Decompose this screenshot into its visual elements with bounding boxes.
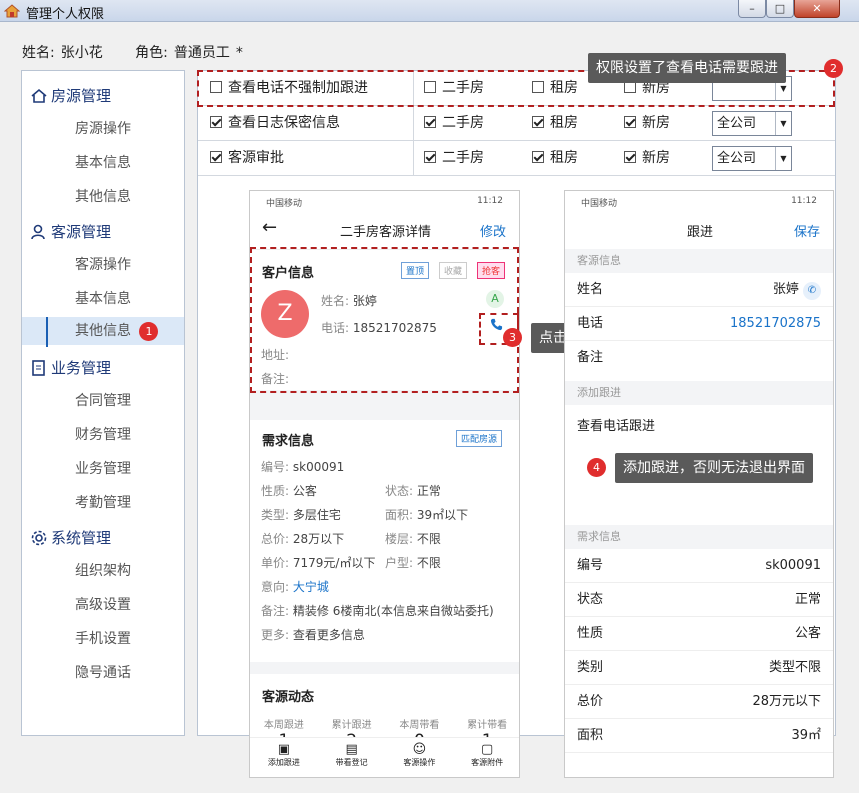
step-badge-2: 2	[824, 59, 843, 78]
step-badge-4: 4	[587, 458, 606, 477]
opt-rent[interactable]: 租房	[532, 106, 578, 140]
tab-customer-ops[interactable]: ☺ 客源操作	[386, 738, 454, 777]
perm-checkbox-approval[interactable]: 客源审批	[210, 141, 284, 175]
opt-new[interactable]: 新房	[624, 141, 670, 175]
opt-secondhand[interactable]: 二手房	[424, 106, 484, 140]
document-icon	[32, 359, 45, 376]
tab-customer-attachment[interactable]: ▢ 客源附件	[453, 738, 519, 777]
phone-follow-up: 中国移动 11:12 跟进 保存 客源信息 姓名 张婷 ✆ 电话 185217028…	[564, 190, 834, 778]
callout-2: 权限设置了查看电话需要跟进	[588, 53, 786, 83]
save-link[interactable]: 保存	[794, 221, 820, 240]
user-role: 普通员工	[173, 45, 230, 61]
opt-rent[interactable]: 租房	[532, 141, 578, 175]
group-customer[interactable]: 客源管理	[30, 221, 111, 242]
scope-select[interactable]: 全公司 ▼	[712, 111, 792, 136]
edit-link[interactable]: 修改	[480, 221, 506, 240]
active-indicator	[46, 317, 48, 347]
sidebar-item-hidden-call[interactable]: 隐号通话	[22, 659, 184, 687]
group-business[interactable]: 业务管理	[30, 357, 111, 378]
nav-bar: ← 二手房客源详情 修改	[250, 211, 519, 249]
sidebar-item-business[interactable]: 业务管理	[22, 455, 184, 483]
sidebar-item-mobile[interactable]: 手机设置	[22, 625, 184, 653]
sidebar-item-house-other[interactable]: 其他信息	[22, 183, 184, 211]
person-icon	[31, 224, 45, 239]
sidebar-item-house-basic[interactable]: 基本信息	[22, 149, 184, 177]
opt-new[interactable]: 新房	[624, 106, 670, 140]
group-house[interactable]: 房源管理	[30, 85, 111, 106]
user-info: 姓名: 张小花 角色: 普通员工 *	[22, 42, 249, 62]
sidebar-item-advanced[interactable]: 高级设置	[22, 591, 184, 619]
name-label: 姓名:	[22, 45, 55, 61]
window-title: 管理个人权限	[26, 7, 105, 22]
section-need: 需求信息	[565, 525, 833, 549]
opt-secondhand[interactable]: 二手房	[424, 141, 484, 175]
app-house-icon	[4, 4, 20, 18]
customer-fields: 姓名 张婷 ✆ 电话 18521702875 备注	[565, 273, 833, 381]
phone-call-icon[interactable]: ✆	[803, 282, 821, 300]
nav-bar: 跟进 保存	[565, 211, 833, 249]
permission-row: 客源审批 二手房 租房 新房 全公司 ▼	[198, 141, 835, 176]
group-system[interactable]: 系统管理	[30, 527, 111, 548]
step-badge-1: 1	[139, 322, 159, 341]
section-customer: 客源信息	[565, 249, 833, 273]
sidebar-item-finance[interactable]: 财务管理	[22, 421, 184, 449]
section-add-follow: 添加跟进	[565, 381, 833, 405]
sidebar-item-attendance[interactable]: 考勤管理	[22, 489, 184, 517]
permission-row: 查看日志保密信息 二手房 租房 新房 全公司 ▼	[198, 106, 835, 141]
perm-checkbox-log-secret[interactable]: 查看日志保密信息	[210, 106, 340, 140]
scope-select[interactable]: 全公司 ▼	[712, 146, 792, 171]
more-info-link[interactable]: 更多: 查看更多信息	[261, 626, 365, 643]
gear-icon	[31, 530, 47, 545]
sidebar-item-customer-basic[interactable]: 基本信息	[22, 285, 184, 313]
step-badge-3: 3	[503, 328, 522, 347]
house-icon	[31, 88, 47, 103]
minimize-button[interactable]: –	[738, 0, 766, 18]
tab-viewing-register[interactable]: ▤ 带看登记	[318, 738, 386, 777]
bottom-tab-bar: ▣ 添加跟进 ▤ 带看登记 ☺ 客源操作 ▢ 客源附件	[250, 737, 519, 777]
callout-4: 添加跟进，否则无法退出界面	[615, 453, 813, 483]
need-fields: 编号 sk00091 状态 正常 性质 公客 类别 类型不限 总价 28万元以下 面积 39…	[565, 549, 833, 769]
title-bar: 管理个人权限 – □ ✕	[0, 0, 859, 22]
sidebar-item-org[interactable]: 组织架构	[22, 557, 184, 585]
match-house-button[interactable]: 匹配房源	[456, 430, 503, 447]
status-bar: 中国移动 11:12	[266, 196, 503, 209]
tab-add-follow[interactable]: ▣ 添加跟进	[250, 738, 318, 777]
need-info-card: 需求信息 匹配房源 编号: sk00091 性质: 公客 状态: 正常 类型: …	[250, 420, 519, 662]
sidebar-item-contract[interactable]: 合同管理	[22, 387, 184, 415]
role-label: 角色:	[135, 45, 168, 61]
required-star: *	[235, 45, 243, 61]
user-name: 张小花	[60, 45, 103, 61]
sidebar-item-customer-ops[interactable]: 客源操作	[22, 251, 184, 279]
permission-sidebar: 房源管理 房源操作 基本信息 其他信息 客源管理 客源操作 基本信息 其他信息 …	[21, 70, 185, 736]
status-bar: 中国移动 11:12	[581, 196, 817, 209]
maximize-button[interactable]: □	[766, 0, 794, 18]
close-button[interactable]: ✕	[794, 0, 840, 18]
sidebar-item-house-ops[interactable]: 房源操作	[22, 115, 184, 143]
